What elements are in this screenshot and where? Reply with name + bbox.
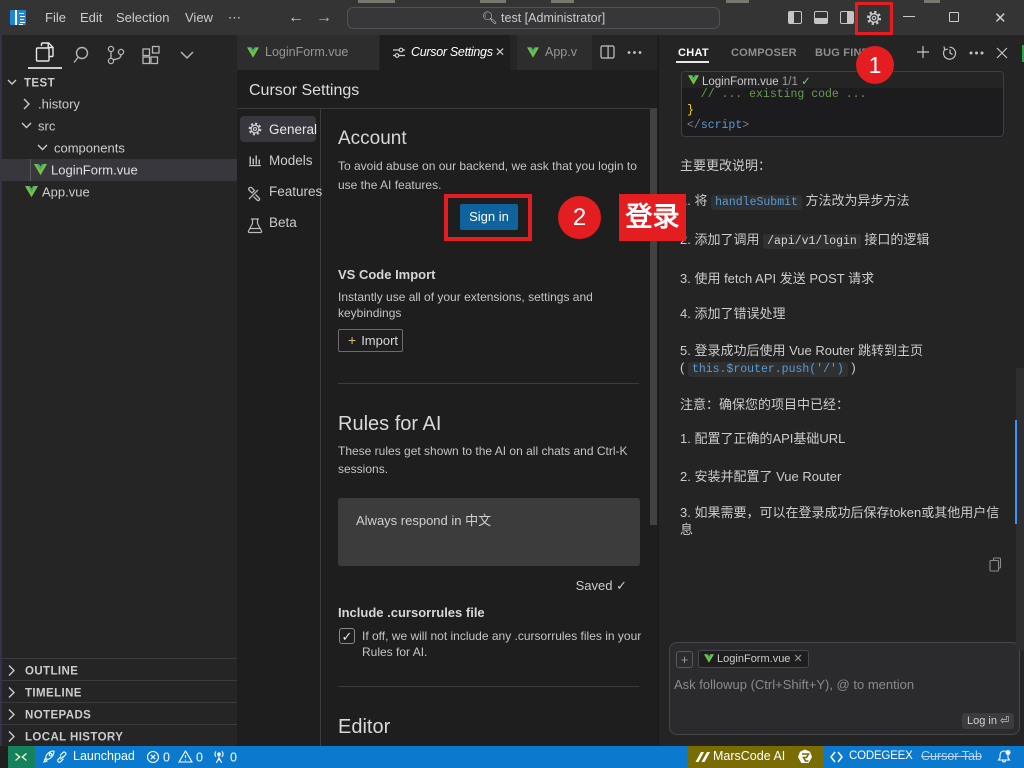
svg-text:0: 0	[230, 751, 237, 765]
svg-text:components: components	[54, 141, 125, 156]
svg-text:TIMELINE: TIMELINE	[25, 688, 82, 700]
svg-text:LOCAL HISTORY: LOCAL HISTORY	[25, 732, 123, 744]
svg-text:0: 0	[196, 751, 203, 765]
svg-text:OUTLINE: OUTLINE	[25, 666, 78, 678]
svg-text:NOTEPADS: NOTEPADS	[25, 710, 91, 722]
svg-text:TEST: TEST	[24, 78, 55, 90]
svg-text:App.vue: App.vue	[42, 185, 90, 200]
svg-text:src: src	[38, 119, 56, 134]
svg-text:.history: .history	[38, 97, 80, 112]
svg-text:0: 0	[163, 751, 170, 765]
svg-text:LoginForm.vue: LoginForm.vue	[51, 163, 138, 178]
